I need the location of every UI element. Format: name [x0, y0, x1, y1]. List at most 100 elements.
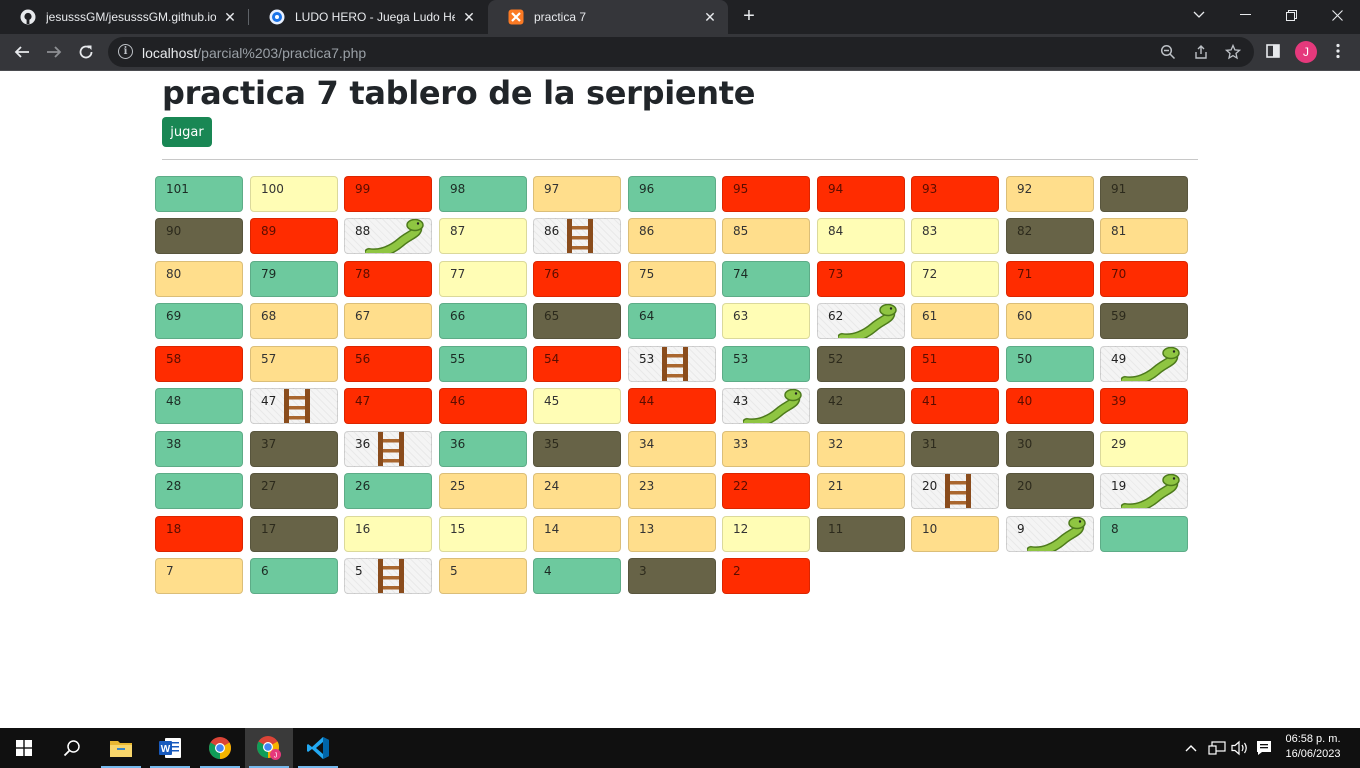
profile-avatar[interactable]: J [1295, 41, 1317, 63]
cell-number: 78 [355, 267, 371, 281]
board-cell: 4 [533, 558, 621, 594]
vscode-icon[interactable] [294, 728, 342, 768]
browser-toolbar: i localhost/parcial%203/practica7.php J [0, 34, 1360, 71]
board-cell: 58 [155, 346, 243, 382]
ladder-icon [378, 432, 404, 466]
cell-number: 92 [1017, 182, 1033, 196]
close-tab-icon[interactable]: ✕ [461, 9, 477, 25]
file-explorer-icon[interactable] [97, 728, 145, 768]
volume-icon[interactable] [1230, 728, 1250, 768]
cell-number: 99 [355, 182, 371, 196]
snake-icon [1027, 517, 1086, 551]
cell-number: 52 [828, 352, 844, 366]
clock-date: 16/06/2023 [1285, 748, 1341, 760]
tab-search-chevron-icon[interactable] [1176, 0, 1222, 30]
tab-github[interactable]: jesusssGM/jesusssGM.github.io ✕ [0, 0, 248, 34]
board-cell: 35 [533, 431, 621, 467]
board-cell: 70 [1100, 261, 1188, 297]
windows-start-icon[interactable] [0, 728, 48, 768]
chrome-icon[interactable] [196, 728, 244, 768]
board-cell: 39 [1100, 388, 1188, 424]
close-window-icon[interactable] [1314, 0, 1360, 30]
cell-number: 31 [922, 437, 938, 451]
cell-number: 82 [1017, 224, 1033, 238]
more-menu-icon[interactable] [1327, 40, 1349, 62]
board-cell: 95 [722, 176, 810, 212]
address-bar[interactable]: i localhost/parcial%203/practica7.php [108, 37, 1254, 67]
board-cell: 85 [722, 218, 810, 254]
board-cell: 52 [817, 346, 905, 382]
forward-arrow-icon[interactable] [40, 38, 68, 66]
board-cell-ladder: 86 [533, 218, 621, 254]
board-cell: 38 [155, 431, 243, 467]
board-cell: 18 [155, 516, 243, 552]
tab-title: practica 7 [534, 10, 587, 24]
board-cell: 86 [628, 218, 716, 254]
cell-number: 21 [828, 479, 844, 493]
board-cell: 67 [344, 303, 432, 339]
board-cell: 71 [1006, 261, 1094, 297]
cell-number: 101 [166, 182, 189, 196]
search-icon[interactable] [48, 728, 96, 768]
side-panel-icon[interactable] [1262, 40, 1284, 62]
reload-icon[interactable] [72, 38, 100, 66]
tab-ludo-hero[interactable]: LUDO HERO - Juega Ludo Hero en ✕ [249, 0, 487, 34]
cell-number: 12 [733, 522, 749, 536]
cell-number: 15 [450, 522, 466, 536]
xampp-icon [508, 9, 524, 25]
cell-number: 64 [639, 309, 655, 323]
play-button[interactable]: jugar [162, 117, 212, 147]
restore-icon[interactable] [1268, 0, 1314, 30]
board-cell: 81 [1100, 218, 1188, 254]
url-text[interactable]: localhost/parcial%203/practica7.php [142, 45, 366, 61]
show-hidden-icons-chevron-icon[interactable] [1182, 728, 1200, 768]
bookmark-star-icon[interactable] [1223, 42, 1243, 62]
board-cell: 74 [722, 261, 810, 297]
cell-number: 6 [261, 564, 269, 578]
board-cell: 50 [1006, 346, 1094, 382]
chrome-profile-icon[interactable]: J [245, 728, 293, 768]
system-clock[interactable]: 06:58 p. m. 16/06/2023 [1280, 732, 1346, 762]
word-icon[interactable]: W [146, 728, 194, 768]
cell-number: 39 [1111, 394, 1127, 408]
cell-number: 51 [922, 352, 938, 366]
board-cell: 55 [439, 346, 527, 382]
cell-number: 100 [261, 182, 284, 196]
new-tab-icon[interactable]: + [738, 5, 760, 27]
svg-text:J: J [274, 753, 278, 760]
cell-number: 28 [166, 479, 182, 493]
browser-tab-strip: jesusssGM/jesusssGM.github.io ✕ LUDO HER… [0, 0, 1360, 34]
board-cell: 3 [628, 558, 716, 594]
board-cell-snake: 19 [1100, 473, 1188, 509]
site-info-icon[interactable]: i [118, 44, 133, 59]
cell-number: 59 [1111, 309, 1127, 323]
ladder-icon [567, 219, 593, 253]
cell-number: 83 [922, 224, 938, 238]
board-cell: 27 [250, 473, 338, 509]
share-icon[interactable] [1191, 42, 1211, 62]
board-cell: 83 [911, 218, 999, 254]
network-icon[interactable] [1206, 728, 1228, 768]
minimize-icon[interactable] [1222, 0, 1268, 30]
cell-number: 40 [1017, 394, 1033, 408]
cell-number: 53 [639, 352, 655, 366]
divider [162, 159, 1198, 160]
github-icon [20, 9, 36, 25]
notifications-icon[interactable] [1254, 728, 1274, 768]
zoom-icon[interactable] [1158, 42, 1178, 62]
board-cell: 96 [628, 176, 716, 212]
cell-number: 86 [639, 224, 655, 238]
back-arrow-icon[interactable] [8, 38, 36, 66]
cell-number: 55 [450, 352, 466, 366]
board-cell-snake: 88 [344, 218, 432, 254]
close-tab-icon[interactable]: ✕ [222, 9, 238, 25]
tab-practica-7[interactable]: practica 7 ✕ [488, 0, 728, 34]
board-cell-snake: 62 [817, 303, 905, 339]
close-tab-icon[interactable]: ✕ [702, 9, 718, 25]
cell-number: 14 [544, 522, 560, 536]
cell-number: 3 [639, 564, 647, 578]
board-cell: 93 [911, 176, 999, 212]
board-cell: 44 [628, 388, 716, 424]
tab-title: jesusssGM/jesusssGM.github.io [46, 10, 216, 24]
cell-number: 25 [450, 479, 466, 493]
